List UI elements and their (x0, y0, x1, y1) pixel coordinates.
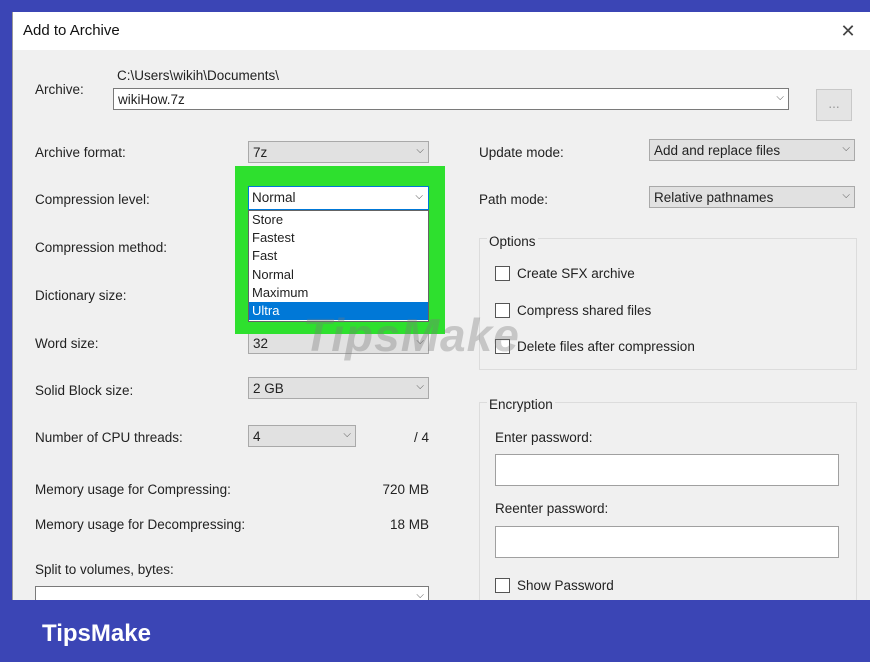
delete-files-label: Delete files after compression (517, 339, 695, 354)
chevron-down-icon: ⌵ (842, 190, 850, 201)
path-mode-combo[interactable]: Relative pathnames ⌵ (649, 186, 855, 208)
dialog-title: Add to Archive (23, 22, 120, 39)
browse-button[interactable]: ... (816, 89, 852, 121)
watermark: TipsMake (303, 309, 520, 361)
chevron-down-icon: ⌵ (776, 92, 784, 103)
chevron-down-icon: ⌵ (416, 145, 424, 156)
footer-banner: TipsMake (0, 600, 870, 662)
memory-decompress-label: Memory usage for Decompressing: (35, 517, 246, 532)
compression-level-list: Store Fastest Fast Normal Maximum Ultra (248, 210, 429, 322)
title-bar: Add to Archive ✕ (13, 12, 870, 50)
options-group-label: Options (487, 234, 538, 249)
memory-compress-label: Memory usage for Compressing: (35, 482, 231, 497)
cpu-threads-value: 4 (253, 429, 261, 444)
cpu-threads-total: / 4 (413, 430, 429, 445)
archive-format-label: Archive format: (35, 145, 126, 160)
update-mode-combo[interactable]: Add and replace files ⌵ (649, 139, 855, 161)
split-volumes-label: Split to volumes, bytes: (35, 562, 174, 577)
update-mode-label: Update mode: (479, 145, 564, 160)
compression-level-value: Normal (252, 190, 296, 205)
show-password-checkbox[interactable] (495, 578, 510, 593)
solid-block-value: 2 GB (253, 381, 284, 396)
archive-label: Archive: (35, 82, 84, 97)
level-option-fastest[interactable]: Fastest (249, 229, 428, 247)
path-mode-value: Relative pathnames (654, 190, 774, 205)
memory-compress-value: 720 MB (382, 482, 429, 497)
dictionary-size-label: Dictionary size: (35, 288, 127, 303)
enter-password-input[interactable] (495, 454, 839, 486)
reenter-password-input[interactable] (495, 526, 839, 558)
level-option-store[interactable]: Store (249, 211, 428, 229)
chevron-down-icon: ⌵ (416, 381, 424, 392)
close-icon[interactable]: ✕ (833, 18, 863, 44)
split-volumes-combo[interactable]: ⌵ (35, 586, 429, 600)
level-option-fast[interactable]: Fast (249, 247, 428, 265)
chevron-down-icon: ⌵ (415, 191, 423, 202)
encryption-group-label: Encryption (487, 397, 555, 412)
add-to-archive-dialog: Add to Archive ✕ Archive: C:\Users\wikih… (12, 12, 870, 600)
compression-level-label: Compression level: (35, 192, 150, 207)
word-size-label: Word size: (35, 336, 99, 351)
chevron-down-icon: ⌵ (416, 590, 424, 600)
solid-block-combo[interactable]: 2 GB ⌵ (248, 377, 429, 399)
level-option-maximum[interactable]: Maximum (249, 284, 428, 302)
reenter-password-label: Reenter password: (495, 501, 609, 516)
cpu-threads-combo[interactable]: 4 ⌵ (248, 425, 356, 447)
archive-name-combo[interactable]: wikiHow.7z ⌵ (113, 88, 789, 110)
sfx-label: Create SFX archive (517, 266, 635, 281)
cpu-threads-label: Number of CPU threads: (35, 430, 183, 445)
path-mode-label: Path mode: (479, 192, 549, 207)
archive-name-value: wikiHow.7z (118, 92, 185, 107)
solid-block-label: Solid Block size: (35, 383, 134, 398)
archive-format-value: 7z (253, 145, 268, 160)
archive-format-combo[interactable]: 7z ⌵ (248, 141, 429, 163)
brand-logo: TipsMake (42, 620, 151, 647)
chevron-down-icon: ⌵ (842, 143, 850, 154)
show-password-label: Show Password (517, 578, 614, 593)
chevron-down-icon: ⌵ (343, 429, 351, 440)
archive-path: C:\Users\wikih\Documents\ (117, 68, 280, 83)
sfx-checkbox[interactable] (495, 266, 510, 281)
word-size-value: 32 (253, 336, 269, 351)
update-mode-value: Add and replace files (654, 143, 781, 158)
memory-decompress-value: 18 MB (389, 517, 429, 532)
shared-files-label: Compress shared files (517, 303, 652, 318)
level-option-normal[interactable]: Normal (249, 266, 428, 284)
compression-level-combo[interactable]: Normal ⌵ (248, 186, 429, 210)
compression-method-label: Compression method: (35, 240, 168, 255)
enter-password-label: Enter password: (495, 430, 593, 445)
